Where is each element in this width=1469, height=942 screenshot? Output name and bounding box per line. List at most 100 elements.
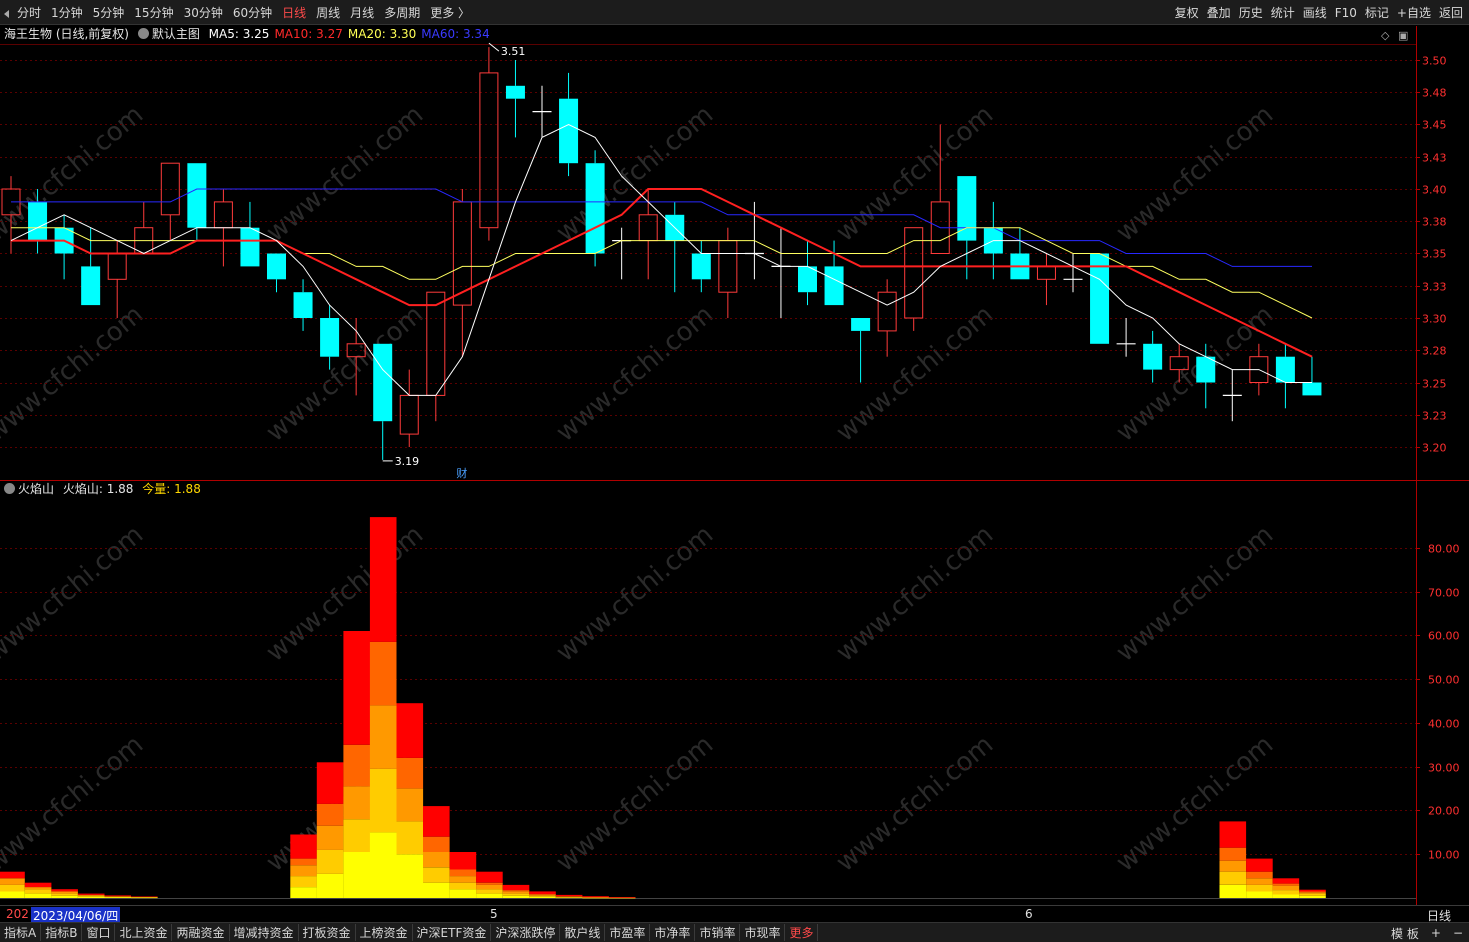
watermark-text: www.cfchi.com [551, 730, 720, 878]
flame-bar-segment [476, 884, 503, 890]
indicator-tab-15[interactable]: 更多 [785, 924, 819, 941]
flame-bar-segment [24, 893, 52, 898]
month-label-5: 5 [490, 907, 498, 921]
candle-body [585, 163, 605, 254]
flame-bar-segment [423, 836, 450, 852]
price-tick-label: 3.25 [1422, 378, 1447, 391]
flame-bar-segment [369, 517, 397, 642]
indicator-tick-label: 60.00 [1428, 630, 1460, 643]
flame-bar-segment [502, 890, 530, 892]
flame-bar-segment [529, 894, 556, 896]
flame-bar-segment [1272, 894, 1300, 898]
candle-body [559, 98, 579, 164]
indicator-tab-14[interactable]: 市现率 [740, 924, 786, 941]
flame-bar-segment [131, 896, 158, 897]
watermark-text: www.cfchi.com [551, 520, 720, 668]
flame-bar-segment [529, 891, 556, 894]
zoom-out-button[interactable]: − [1447, 926, 1469, 940]
indicator-tab-8[interactable]: 沪深ETF资金 [413, 924, 492, 941]
flame-bar-segment [449, 852, 477, 870]
candle [1010, 227, 1030, 280]
flame-bar-segment [555, 896, 583, 898]
price-tick-label: 3.43 [1422, 152, 1447, 165]
candle [320, 305, 340, 370]
flame-bar-segment [1246, 884, 1273, 892]
price-tick-label: 3.35 [1422, 248, 1447, 261]
flame-bar-segment [369, 705, 397, 769]
watermark-text: www.cfchi.com [551, 300, 720, 448]
flame-bar-segment [502, 893, 530, 896]
flame-bar-segment [476, 889, 503, 894]
flame-bar-segment [1219, 871, 1247, 885]
flame-bar-segment [1246, 891, 1273, 898]
flame-bar-segment [316, 873, 344, 898]
candle [532, 85, 552, 138]
watermark-text: www.cfchi.com [261, 100, 430, 248]
flame-bar-segment [396, 757, 424, 789]
indicator-tab-4[interactable]: 两融资金 [172, 924, 230, 941]
candle [1275, 343, 1295, 409]
indicator-tab-2[interactable]: 窗口 [82, 924, 116, 941]
indicator-tab-0[interactable]: 指标A [0, 924, 42, 941]
indicator-tab-13[interactable]: 市销率 [695, 924, 741, 941]
indicator-tab-9[interactable]: 沪深涨跌停 [491, 924, 561, 941]
price-tick-label: 3.33 [1422, 281, 1447, 294]
flame-bar-segment [316, 762, 344, 804]
price-tick-label: 3.45 [1422, 119, 1447, 132]
indicator-tab-bar: 指标A 指标B 窗口 北上资金 两融资金 增减持资金 打板资金 上榜资金 沪深ETF资金 沪深涨跌… [0, 922, 1469, 942]
indicator-tick-label: 70.00 [1428, 587, 1460, 600]
indicator-tab-5[interactable]: 增减持资金 [230, 924, 299, 941]
candle [267, 253, 286, 293]
flame-bar-segment [77, 896, 105, 898]
flame-bar-segment [290, 876, 317, 887]
candle-body [399, 394, 419, 435]
flame-bar-segment [449, 889, 477, 898]
candle-body [851, 318, 871, 331]
flame-bar-segment [1246, 858, 1273, 872]
candle-body [81, 266, 101, 306]
candle-body [1302, 382, 1322, 396]
flame-bar-segment [369, 832, 397, 898]
month-label-6: 6 [1025, 907, 1033, 921]
flame-bar-segment [502, 895, 530, 898]
indicator-tab-10[interactable]: 散户线 [560, 924, 606, 941]
flame-bar-segment [608, 897, 636, 898]
candle [1302, 356, 1322, 396]
template-button[interactable]: 模 板 [1385, 925, 1425, 942]
price-tick-label: 3.38 [1422, 216, 1447, 229]
flame-bar-segment [423, 867, 450, 883]
flame-bar-segment [104, 897, 131, 898]
high-price-label: 3.51 [501, 45, 526, 58]
flame-bar-segment [24, 882, 52, 888]
indicator-tab-6[interactable]: 打板资金 [299, 924, 356, 941]
candle-body [824, 266, 844, 306]
indicator-tab-11[interactable]: 市盈率 [605, 924, 651, 941]
flame-bar-segment [77, 895, 105, 897]
flame-bar-segment [1299, 891, 1326, 893]
flame-bar-segment [0, 871, 25, 879]
indicator-tab-12[interactable]: 市净率 [650, 924, 696, 941]
date-axis: 202 2023/04/06/四 5 6 日线 [0, 905, 1469, 924]
candle-body [373, 343, 393, 422]
indicator-tab-7[interactable]: 上榜资金 [356, 924, 413, 941]
flame-bar-segment [51, 891, 78, 894]
flame-bar-segment [316, 825, 344, 850]
candle-body [718, 240, 738, 293]
indicator-tab-3[interactable]: 北上资金 [115, 924, 173, 941]
flame-bar-segment [1299, 893, 1326, 896]
zoom-in-button[interactable]: + [1425, 926, 1447, 940]
flame-bar-segment [1299, 889, 1326, 892]
indicator-tick-label: 10.00 [1428, 849, 1460, 862]
flame-bar-segment [1219, 884, 1247, 898]
flame-bar-segment [423, 852, 450, 868]
candle [399, 369, 419, 447]
flame-bar-segment [529, 895, 556, 897]
candle-body [28, 201, 48, 241]
chart-canvas[interactable]: www.cfchi.com www.cfchi.com www.cfchi.com w… [0, 0, 1469, 905]
flame-bar-segment [1219, 847, 1247, 861]
indicator-tab-1[interactable]: 指标B [41, 924, 83, 941]
candle [373, 343, 393, 460]
flame-bar-segment [1299, 892, 1326, 894]
watermark-text: www.cfchi.com [261, 300, 430, 448]
flame-bar-segment [290, 858, 317, 866]
